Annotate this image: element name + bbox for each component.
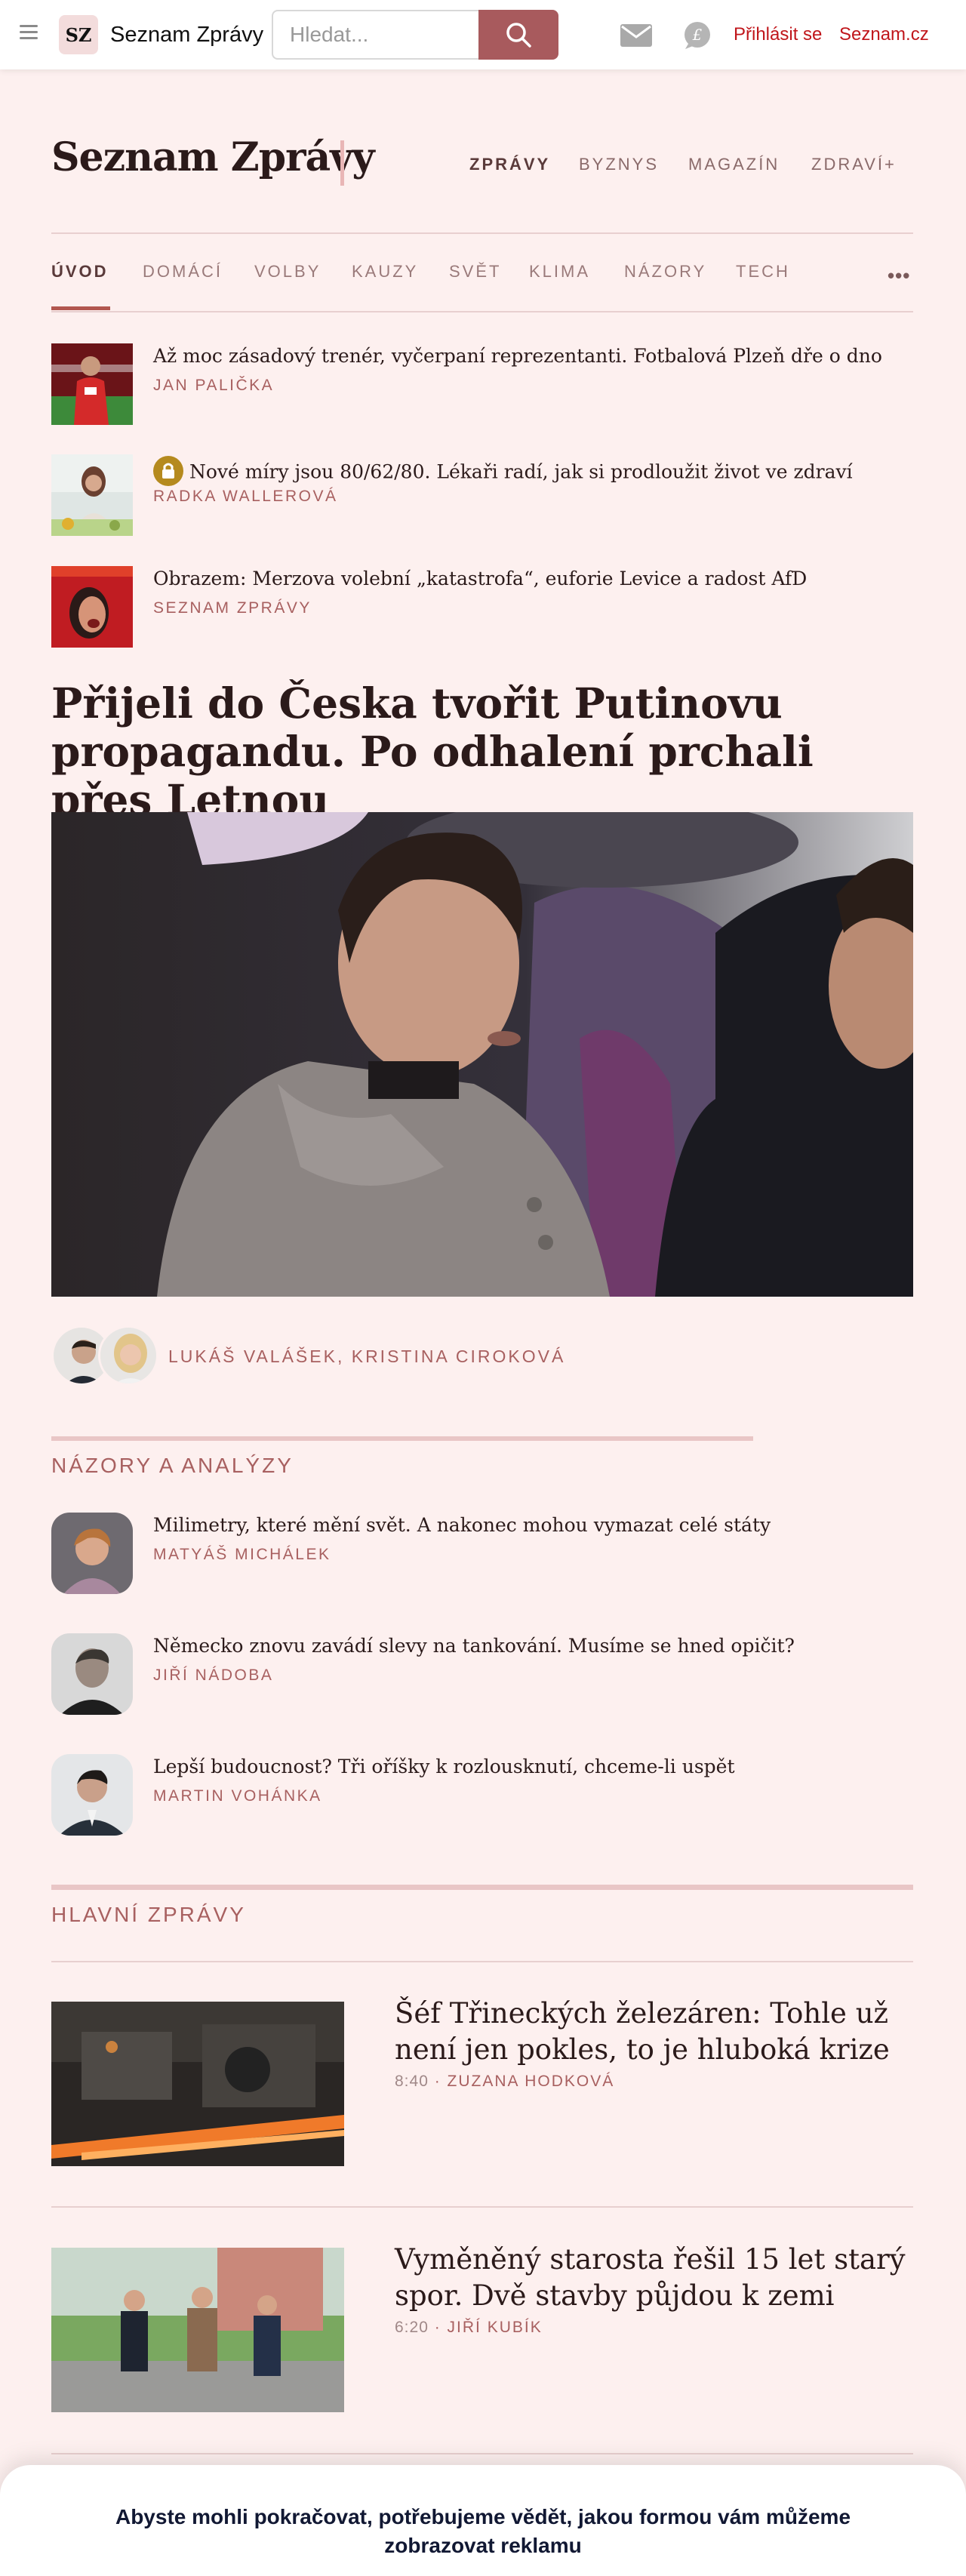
main-news-heading[interactable]: HLAVNÍ ZPRÁVY	[51, 1903, 246, 1927]
lock-icon	[153, 456, 183, 491]
list-item[interactable]: Milimetry, které mění svět. A nakonec mo…	[51, 1513, 913, 1596]
divider	[51, 2206, 913, 2208]
nav-volby[interactable]: VOLBY	[254, 262, 321, 282]
news-time: 6:20	[395, 2319, 429, 2336]
masthead-title[interactable]: Seznam Zprávy	[51, 134, 375, 180]
section-divider	[51, 1436, 753, 1441]
consent-text: Abyste mohli pokračovat, potřebujeme věd…	[115, 2505, 851, 2557]
login-link[interactable]: Přihlásit se	[734, 24, 822, 45]
opinion-author[interactable]: JIŘÍ NÁDOBA	[153, 1667, 273, 1685]
divider	[51, 1961, 913, 1962]
story-title-text: Nové míry jsou 80/62/80. Lékaři radí, ja…	[189, 460, 853, 483]
search-icon	[506, 23, 531, 48]
opinion-title[interactable]: Lepší budoucnost? Tři oříšky k rozlouskn…	[153, 1756, 735, 1777]
list-item[interactable]: Nové míry jsou 80/62/80. Lékaři radí, ja…	[51, 454, 913, 537]
story-title[interactable]: Až moc zásadový trenér, vyčerpaní reprez…	[153, 345, 882, 367]
story-author[interactable]: RADKA WALLEROVÁ	[153, 488, 337, 506]
story-thumbnail[interactable]	[51, 566, 133, 648]
story-thumbnail[interactable]	[51, 343, 133, 425]
lead-headline[interactable]: Přijeli do Česka tvořit Putinovu propaga…	[51, 679, 927, 824]
lead-authors[interactable]: LUKÁŠ VALÁŠEK, KRISTINA CIROKOVÁ	[51, 1325, 731, 1389]
menu-icon[interactable]	[20, 25, 38, 40]
top-bar: SZ Seznam Zprávy Hledat... £ Přihlásit s…	[0, 0, 966, 69]
seznam-link[interactable]: Seznam.cz	[839, 24, 929, 45]
search-button[interactable]	[478, 10, 558, 60]
news-time: 8:40	[395, 2073, 429, 2090]
consent-dialog: Abyste mohli pokračovat, potřebujeme věd…	[0, 2465, 966, 2576]
svg-text:£: £	[692, 26, 703, 44]
masthead-accent-bar	[340, 140, 344, 186]
nav-svet[interactable]: SVĚT	[449, 262, 501, 282]
more-menu-icon[interactable]: •••	[888, 264, 910, 288]
story-title[interactable]: Nové míry jsou 80/62/80. Lékaři radí, ja…	[153, 456, 853, 491]
list-item[interactable]: Obrazem: Merzova volební „katastrofa“, e…	[51, 566, 913, 649]
avatar[interactable]	[98, 1325, 158, 1386]
news-title[interactable]: Vyměněný starosta řešil 15 let starý spo…	[395, 2242, 923, 2314]
story-title[interactable]: Obrazem: Merzova volební „katastrofa“, e…	[153, 568, 807, 589]
nav-active-underline	[51, 306, 110, 310]
avatar[interactable]	[51, 1754, 133, 1836]
avatar[interactable]	[51, 1513, 133, 1594]
list-item[interactable]: Německo znovu zavádí slevy na tankování.…	[51, 1633, 913, 1716]
list-item[interactable]: Až moc zásadový trenér, vyčerpaní reprez…	[51, 343, 913, 426]
news-item[interactable]: Šéf Třineckých železáren: Tohle už není …	[51, 1997, 913, 2166]
news-title[interactable]: Šéf Třineckých železáren: Tohle už není …	[395, 1996, 923, 2068]
logo-badge[interactable]: SZ	[59, 15, 98, 54]
opinion-author[interactable]: MARTIN VOHÁNKA	[153, 1787, 322, 1805]
chat-icon[interactable]: £	[682, 21, 712, 54]
logo-text[interactable]: Seznam Zprávy	[110, 23, 263, 48]
story-thumbnail[interactable]	[51, 454, 133, 536]
search-input[interactable]: Hledat...	[272, 10, 479, 60]
news-author[interactable]: JIŘÍ KUBÍK	[448, 2319, 543, 2336]
nav-nazory[interactable]: NÁZORY	[624, 262, 706, 282]
opinion-author[interactable]: MATYÁŠ MICHÁLEK	[153, 1546, 331, 1564]
nav-kauzy[interactable]: KAUZY	[352, 262, 418, 282]
section-divider	[51, 1885, 913, 1890]
lead-photo[interactable]	[51, 812, 913, 1297]
nav-klima[interactable]: KLIMA	[529, 262, 590, 282]
news-meta: 8:40 · ZUZANA HODKOVÁ	[395, 2073, 615, 2090]
news-image[interactable]	[51, 2002, 344, 2166]
divider	[51, 232, 913, 234]
divider	[51, 2453, 913, 2454]
section-byznys[interactable]: BYZNYS	[579, 155, 659, 174]
opinion-title[interactable]: Milimetry, které mění svět. A nakonec mo…	[153, 1514, 771, 1536]
section-zdravi[interactable]: ZDRAVÍ+	[811, 155, 897, 174]
news-author[interactable]: ZUZANA HODKOVÁ	[448, 2073, 615, 2090]
avatar[interactable]	[51, 1633, 133, 1715]
news-item[interactable]: Vyměněný starosta řešil 15 let starý spo…	[51, 2243, 913, 2412]
authors-names[interactable]: LUKÁŠ VALÁŠEK, KRISTINA CIROKOVÁ	[168, 1346, 565, 1367]
opinions-heading[interactable]: NÁZORY A ANALÝZY	[51, 1454, 294, 1478]
story-author[interactable]: JAN PALIČKA	[153, 377, 274, 395]
section-zpravy[interactable]: ZPRÁVY	[469, 155, 550, 174]
nav-tech[interactable]: TECH	[736, 262, 790, 282]
nav-uvod[interactable]: ÚVOD	[51, 262, 109, 282]
nav-domaci[interactable]: DOMÁCÍ	[143, 262, 223, 282]
news-image[interactable]	[51, 2248, 344, 2412]
list-item[interactable]: Lepší budoucnost? Tři oříšky k rozlouskn…	[51, 1754, 913, 1837]
story-author[interactable]: SEZNAM ZPRÁVY	[153, 599, 312, 617]
divider	[51, 311, 913, 312]
section-magazin[interactable]: MAGAZÍN	[688, 155, 780, 174]
news-meta: 6:20 · JIŘÍ KUBÍK	[395, 2319, 543, 2336]
opinion-title[interactable]: Německo znovu zavádí slevy na tankování.…	[153, 1635, 795, 1657]
mail-icon[interactable]	[620, 24, 652, 51]
